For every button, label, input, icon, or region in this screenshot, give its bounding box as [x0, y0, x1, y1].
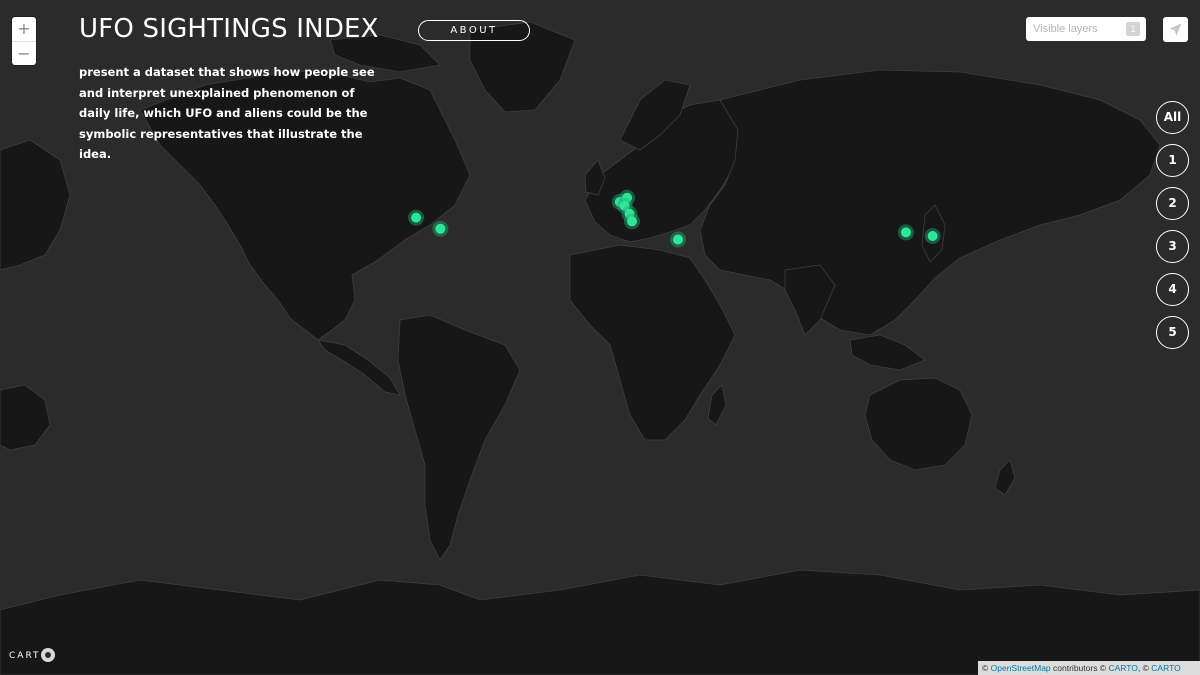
visible-layers-select[interactable]: Visible layers 1 [1026, 17, 1146, 41]
description-text: present a dataset that shows how people … [79, 65, 375, 161]
openstreetmap-link[interactable]: OpenStreetMap [991, 663, 1051, 673]
attribution-prefix: © [982, 663, 989, 673]
carto-logo: CART [9, 647, 55, 664]
paper-plane-icon [1169, 23, 1182, 36]
zoom-in-button[interactable]: + [12, 17, 36, 41]
sighting-marker-cyprus[interactable] [673, 234, 683, 245]
sighting-marker-us-east-2[interactable] [435, 223, 446, 234]
attribution-separator: , © [1137, 663, 1149, 673]
map-attribution: © OpenStreetMap contributors © CARTO, © … [978, 661, 1200, 675]
layer-button-all[interactable]: All [1156, 101, 1189, 134]
layer-button-2[interactable]: 2 [1156, 187, 1189, 220]
layer-button-5[interactable]: 5 [1156, 316, 1189, 349]
about-button[interactable]: ABOUT [418, 20, 530, 41]
layer-button-3[interactable]: 3 [1156, 230, 1189, 263]
sighting-marker-us-east-1[interactable] [411, 212, 422, 223]
sighting-marker-japan[interactable] [927, 231, 938, 241]
carto-link-2[interactable]: CARTO [1151, 663, 1180, 673]
page-title: UFO SIGHTINGS INDEX [79, 14, 379, 44]
carto-link[interactable]: CARTO [1108, 663, 1137, 673]
locate-button[interactable] [1163, 17, 1188, 42]
zoom-out-button[interactable]: − [12, 41, 36, 65]
sighting-marker-europe-5[interactable] [627, 216, 637, 227]
attribution-contributors: contributors © [1053, 663, 1107, 673]
carto-logo-dot-icon [40, 647, 55, 662]
layer-button-1[interactable]: 1 [1156, 144, 1189, 177]
zoom-control: + − [12, 17, 36, 65]
visible-layers-count: 1 [1126, 22, 1140, 36]
sighting-marker-korea[interactable] [901, 227, 911, 238]
visible-layers-placeholder: Visible layers [1033, 23, 1098, 35]
carto-logo-text: CART [9, 651, 41, 661]
layer-button-4[interactable]: 4 [1156, 273, 1189, 306]
